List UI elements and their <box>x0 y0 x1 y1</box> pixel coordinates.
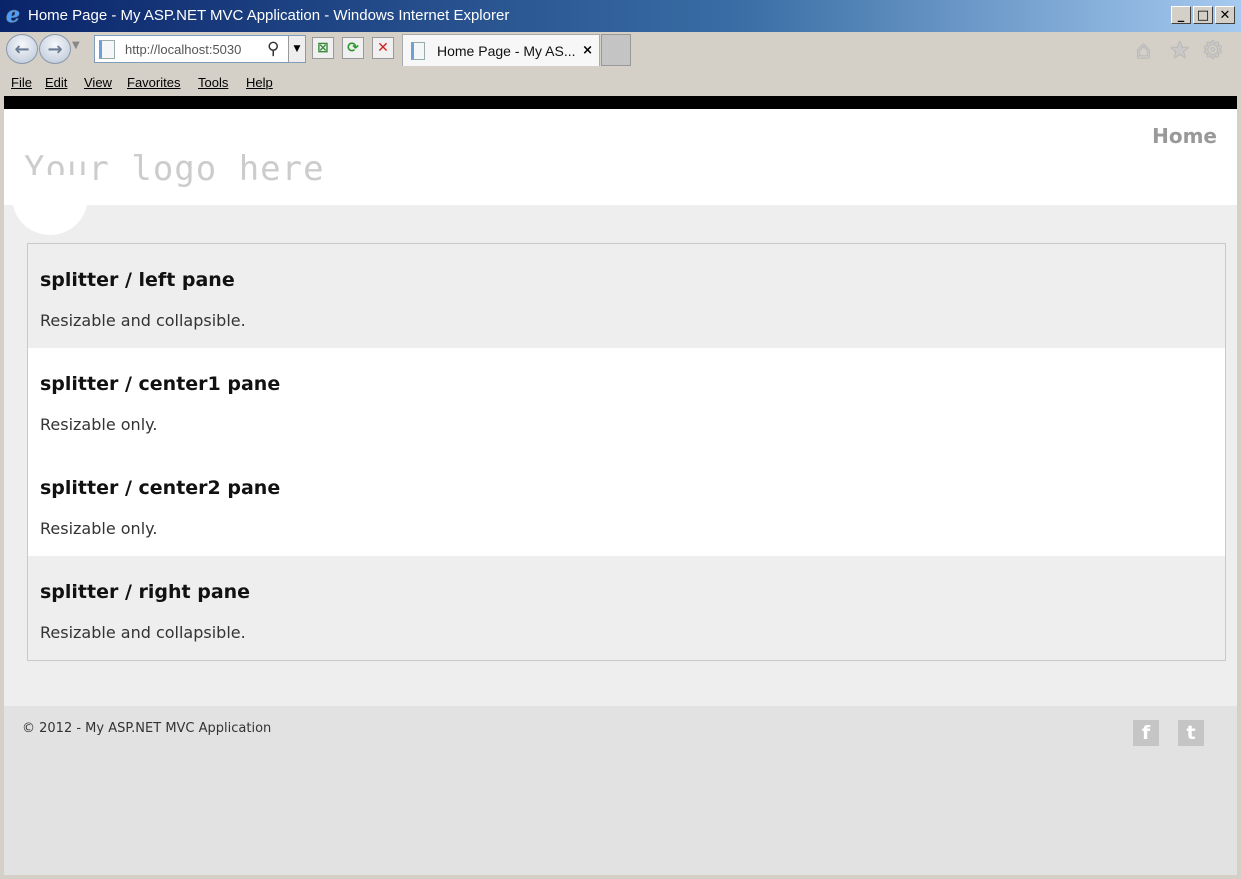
twitter-icon[interactable]: t <box>1178 720 1204 746</box>
search-icon[interactable]: ⚲ <box>267 39 279 59</box>
pane-title: splitter / center2 pane <box>40 477 281 499</box>
menu-edit[interactable]: Edit <box>45 75 67 91</box>
pane-description: Resizable and collapsible. <box>40 623 246 642</box>
pane-description: Resizable only. <box>40 415 158 434</box>
new-tab-button[interactable] <box>601 34 631 66</box>
pane-title: splitter / center1 pane <box>40 373 281 395</box>
menu-help[interactable]: Help <box>246 75 273 91</box>
minimize-button[interactable]: _ <box>1171 6 1191 24</box>
compatibility-icon: ⊠ <box>317 40 329 56</box>
pane-title: splitter / right pane <box>40 581 251 603</box>
tab-page-icon <box>411 42 425 60</box>
stop-icon: ✕ <box>377 40 389 56</box>
browser-tab[interactable]: Home Page - My AS... × <box>402 34 600 66</box>
address-url[interactable]: http://localhost:5030 <box>125 42 241 58</box>
top-stripe <box>4 96 1237 109</box>
forward-icon: → <box>47 39 63 60</box>
nav-home-link[interactable]: Home <box>1152 123 1217 149</box>
gear-icon[interactable]: ⚙ <box>1202 38 1224 62</box>
pane-title: splitter / left pane <box>40 269 235 291</box>
address-bar[interactable]: http://localhost:5030 ⚲ ▼ <box>94 35 306 63</box>
tab-close-button[interactable]: × <box>582 43 593 59</box>
menu-view[interactable]: View <box>84 75 112 91</box>
favorites-star-icon[interactable]: ★ <box>1169 38 1191 62</box>
navigation-bar: ← → ▼ http://localhost:5030 ⚲ ▼ ⊠ ⟳ ✕ Ho… <box>0 32 1241 70</box>
splitter: splitter / left pane Resizable and colla… <box>27 243 1226 661</box>
page-icon <box>99 40 115 59</box>
back-button[interactable]: ← <box>6 34 38 64</box>
site-header: Your logo here Home <box>4 109 1237 205</box>
forward-button[interactable]: → <box>39 34 71 64</box>
pane-description: Resizable and collapsible. <box>40 311 246 330</box>
page-viewport: Your logo here Home splitter / left pane… <box>4 96 1237 875</box>
address-dropdown-icon[interactable]: ▼ <box>288 36 305 62</box>
history-dropdown-icon[interactable]: ▼ <box>72 40 80 51</box>
compatibility-view-button[interactable]: ⊠ <box>312 37 334 59</box>
footer-copyright: © 2012 - My ASP.NET MVC Application <box>22 721 272 736</box>
menu-favorites[interactable]: Favorites <box>127 75 180 91</box>
stop-button[interactable]: ✕ <box>372 37 394 59</box>
facebook-icon[interactable]: f <box>1133 720 1159 746</box>
menu-file[interactable]: File <box>11 75 32 91</box>
menu-tools[interactable]: Tools <box>198 75 228 91</box>
pane-description: Resizable only. <box>40 519 158 538</box>
splitter-center1-pane: splitter / center1 pane Resizable only. <box>28 348 1225 452</box>
splitter-right-pane: splitter / right pane Resizable and coll… <box>28 556 1225 660</box>
menu-bar: File Edit View Favorites Tools Help <box>0 70 1241 96</box>
refresh-button[interactable]: ⟳ <box>342 37 364 59</box>
tab-label: Home Page - My AS... <box>437 43 576 59</box>
close-window-button[interactable]: ✕ <box>1215 6 1235 24</box>
site-footer: © 2012 - My ASP.NET MVC Application f t <box>4 706 1237 875</box>
window-controls: _ □ ✕ <box>1171 6 1235 24</box>
splitter-left-pane: splitter / left pane Resizable and colla… <box>28 244 1225 348</box>
home-icon[interactable]: ⌂ <box>1136 38 1151 62</box>
splitter-center2-pane: splitter / center2 pane Resizable only. <box>28 452 1225 556</box>
header-logo-bump <box>12 175 88 235</box>
back-icon: ← <box>14 39 30 60</box>
ie-logo-icon: e <box>6 2 20 28</box>
title-bar: e Home Page - My ASP.NET MVC Application… <box>0 0 1241 32</box>
maximize-button[interactable]: □ <box>1193 6 1213 24</box>
refresh-icon: ⟳ <box>347 40 359 56</box>
window-title: Home Page - My ASP.NET MVC Application -… <box>28 7 510 24</box>
